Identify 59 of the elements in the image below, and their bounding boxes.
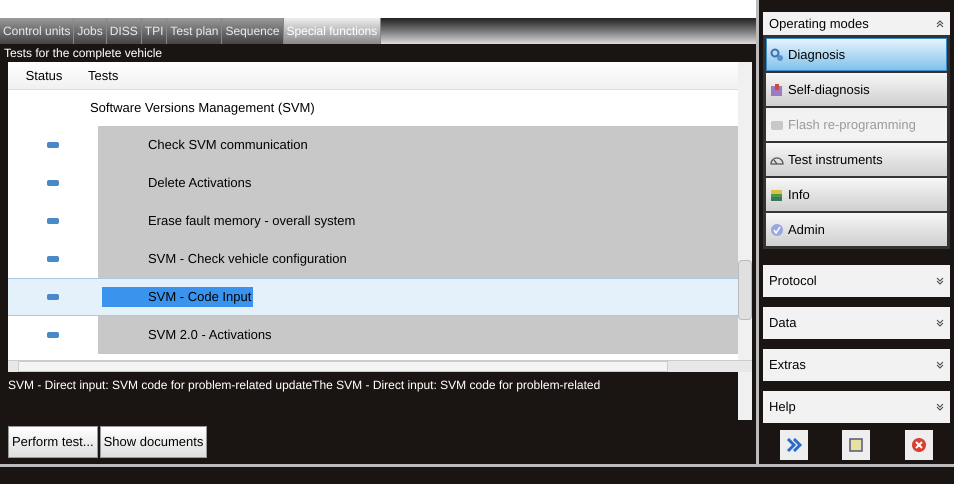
- collapsed-section[interactable]: Help: [763, 391, 950, 424]
- mode-button[interactable]: Test instruments: [766, 143, 947, 176]
- status-icon: [47, 142, 59, 148]
- description-text: SVM - Direct input: SVM code for problem-related updateThe SVM - Direct input: SVM code for problem-related: [7, 377, 602, 394]
- collapsed-section[interactable]: Protocol: [763, 265, 950, 298]
- books-icon: [770, 188, 784, 202]
- close-button[interactable]: [904, 430, 933, 460]
- section-label: Help: [769, 398, 796, 416]
- section-title: Tests for the complete vehicle: [4, 45, 162, 62]
- tab[interactable]: DISS: [106, 18, 142, 44]
- group-label[interactable]: Software Versions Management (SVM): [90, 98, 315, 118]
- test-name: Delete Activations: [147, 174, 252, 192]
- status-icon: [47, 332, 59, 338]
- close-icon: [910, 436, 927, 453]
- expand-icon[interactable]: [936, 403, 944, 412]
- collapsed-section[interactable]: Extras: [763, 349, 950, 382]
- test-name: Erase fault memory - overall system: [147, 212, 356, 230]
- expand-icon[interactable]: [936, 319, 944, 328]
- test-name: SVM - Code Input: [102, 287, 254, 307]
- box-icon: [770, 82, 784, 97]
- panel-header[interactable]: Operating modes: [763, 12, 950, 36]
- action-button[interactable]: Show documents: [100, 426, 208, 458]
- expand-icon[interactable]: [936, 277, 944, 286]
- description-scrollbar[interactable]: [738, 372, 752, 420]
- mode-button[interactable]: Diagnosis: [766, 38, 947, 72]
- status-icon: [47, 218, 59, 224]
- action-button[interactable]: Perform test...: [8, 426, 98, 458]
- test-name: SVM 2.0 - Activations: [147, 326, 273, 344]
- section-label: Protocol: [769, 272, 817, 290]
- mode-button[interactable]: Admin: [766, 213, 947, 246]
- mode-button[interactable]: Info: [766, 178, 947, 212]
- frame-icon: [848, 436, 864, 453]
- stethoscope-icon: [770, 48, 784, 62]
- panel-title: Operating modes: [769, 14, 869, 33]
- tab[interactable]: Sequence: [222, 18, 284, 44]
- column-header[interactable]: Status: [8, 66, 80, 86]
- tab[interactable]: Test plan: [167, 18, 222, 44]
- tab[interactable]: TPI: [142, 18, 168, 44]
- double-chevron-icon: [786, 438, 802, 452]
- status-icon: [47, 180, 59, 186]
- test-name: SVM - Check vehicle configuration: [147, 250, 348, 268]
- tab[interactable]: Jobs: [74, 18, 107, 44]
- collapsed-section[interactable]: Data: [763, 307, 950, 340]
- expand-icon[interactable]: [936, 361, 944, 370]
- section-label: Extras: [769, 356, 806, 374]
- section-label: Data: [769, 314, 796, 332]
- column-header[interactable]: Tests: [80, 66, 118, 86]
- forward-button[interactable]: [780, 430, 808, 460]
- tab[interactable]: Control units: [0, 18, 74, 44]
- frame-button[interactable]: [842, 430, 870, 460]
- status-icon: [47, 294, 59, 300]
- vertical-scrollbar[interactable]: [738, 62, 752, 360]
- test-name: Check SVM communication: [147, 136, 309, 154]
- collapse-icon[interactable]: [936, 20, 944, 28]
- test-row[interactable]: SVM - Code Input: [8, 278, 738, 316]
- status-icon: [47, 256, 59, 262]
- mode-button[interactable]: Self-diagnosis: [766, 73, 947, 106]
- horizontal-scrollbar[interactable]: [8, 360, 752, 372]
- admin-icon: [770, 222, 784, 237]
